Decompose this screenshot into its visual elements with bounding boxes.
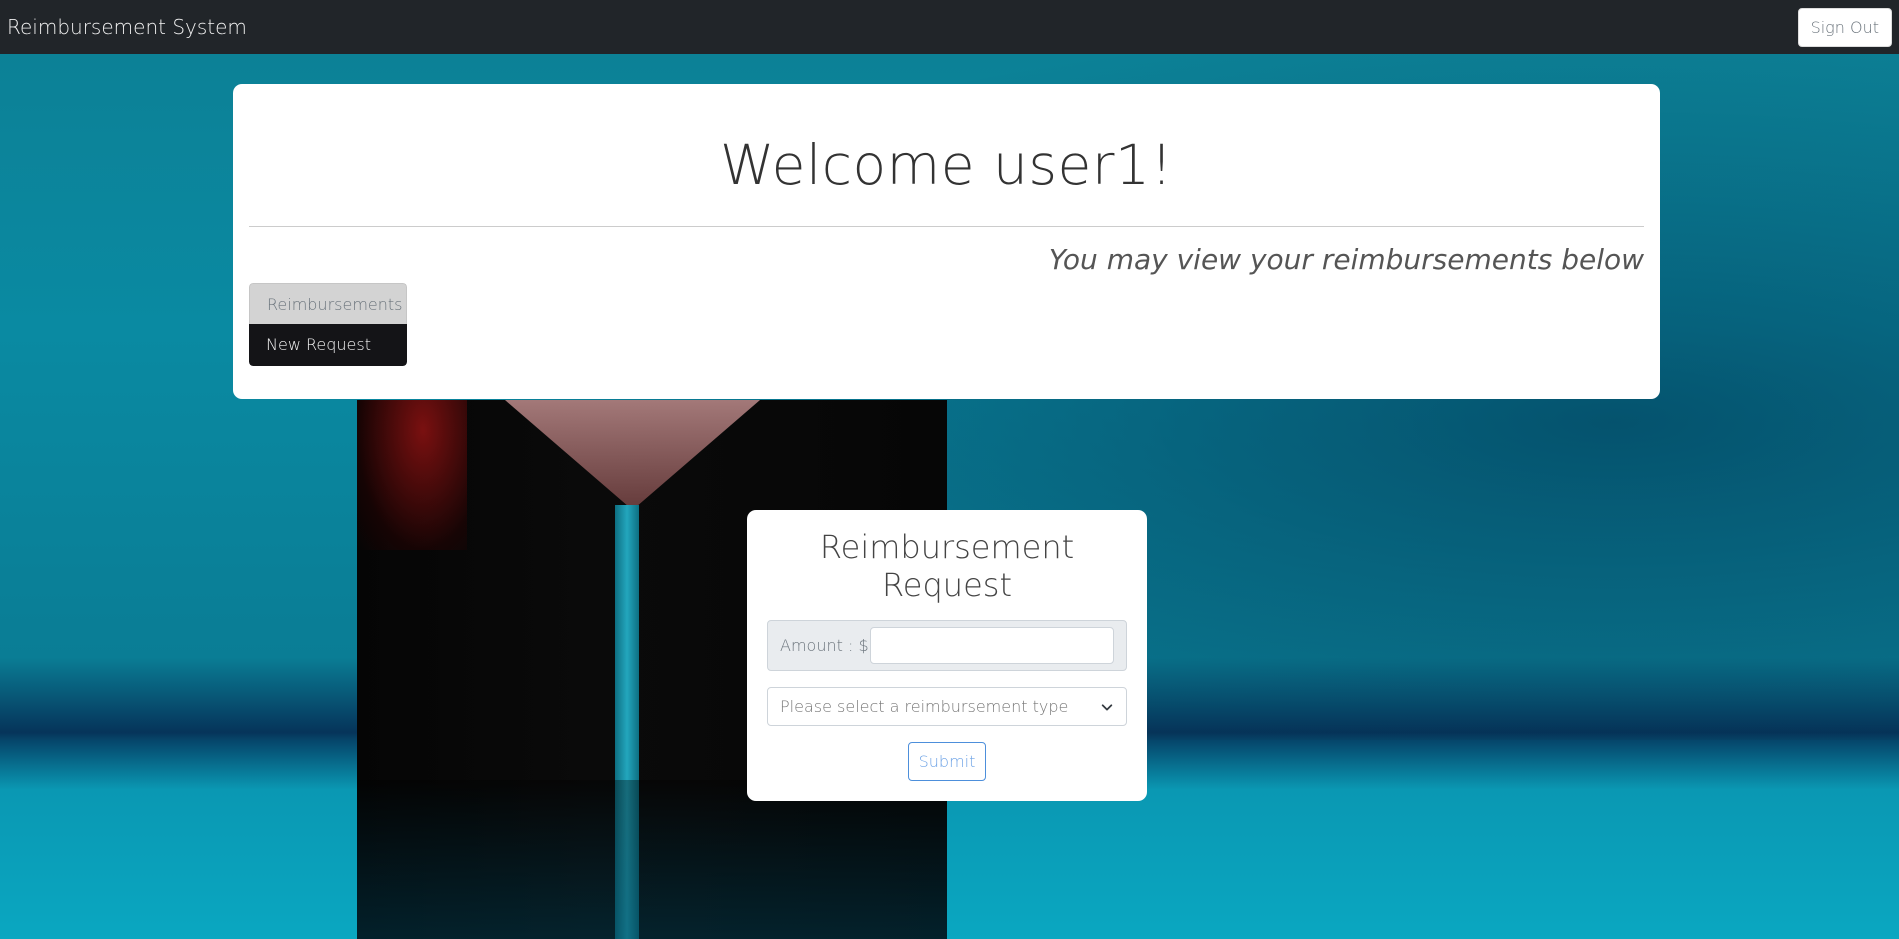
reimbursement-request-form: Reimbursement Request Amount : $ Please … — [747, 510, 1147, 801]
background-prism-reflection — [357, 780, 947, 939]
background-prism-glow — [357, 400, 467, 550]
view-tabs: Reimbursements New Request — [249, 283, 407, 366]
brand-title[interactable]: Reimbursement System — [7, 15, 247, 39]
amount-input[interactable] — [869, 627, 1114, 664]
amount-label: Amount : $ — [780, 636, 869, 655]
chevron-down-icon — [1101, 703, 1113, 710]
submit-button[interactable]: Submit — [908, 742, 986, 781]
sign-out-button[interactable]: Sign Out — [1797, 7, 1892, 47]
top-navbar: Reimbursement System Sign Out — [0, 0, 1899, 54]
welcome-subtitle: You may view your reimbursements below — [1048, 243, 1644, 276]
tab-new-request[interactable]: New Request — [249, 324, 407, 366]
welcome-card: Welcome user1! You may view your reimbur… — [233, 84, 1660, 399]
submit-wrapper: Submit — [767, 742, 1127, 781]
reimbursement-type-select[interactable]: Please select a reimbursement type — [767, 687, 1127, 726]
welcome-divider — [249, 226, 1644, 227]
amount-input-group: Amount : $ — [767, 620, 1127, 671]
form-title: Reimbursement Request — [819, 528, 1075, 604]
reimbursement-type-selected: Please select a reimbursement type — [780, 697, 1069, 716]
tab-reimbursements[interactable]: Reimbursements — [249, 283, 407, 324]
welcome-heading: Welcome user1! — [719, 133, 1174, 197]
